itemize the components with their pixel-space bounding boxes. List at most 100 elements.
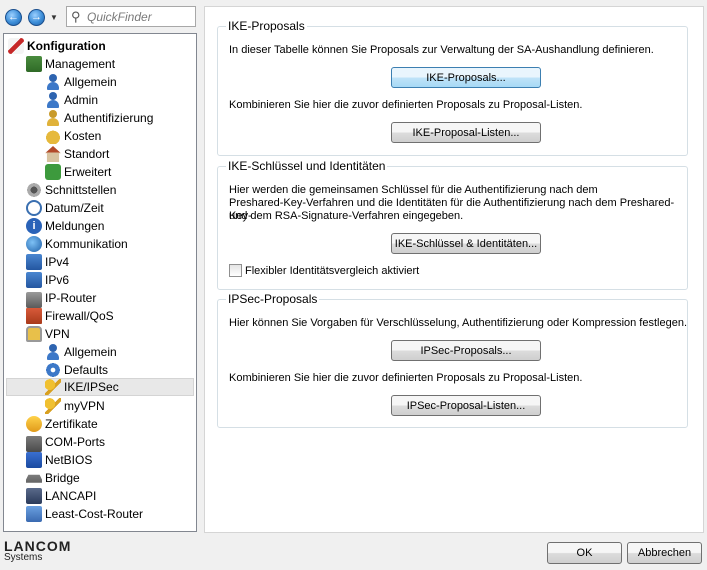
tree-item-label: VPN	[45, 327, 70, 341]
tree-item-label: LANCAPI	[45, 489, 97, 503]
tree-item-label: IPv4	[45, 255, 70, 269]
tree-item-kommunikation[interactable]: Kommunikation	[26, 235, 128, 253]
clock-icon	[26, 200, 42, 216]
ike-keys-description-line1: Hier werden die gemeinsamen Schlüssel fü…	[229, 184, 598, 196]
tree-item-label: Standort	[64, 147, 110, 161]
back-arrow-icon[interactable]: ←	[5, 9, 22, 26]
tree-item-erweitert[interactable]: Erweitert	[45, 163, 111, 181]
user-key-icon	[45, 110, 61, 126]
tree-item-least-cost-router[interactable]: Least-Cost-Router	[26, 505, 143, 523]
management-icon	[26, 56, 42, 72]
tree-item-vpn[interactable]: VPN	[26, 325, 70, 343]
ike-proposal-lists-button[interactable]: IKE-Proposal-Listen...	[391, 122, 541, 143]
key-icon	[45, 398, 61, 414]
tree-item-netbios[interactable]: NetBIOS	[26, 451, 92, 469]
forward-arrow-icon[interactable]: →	[28, 9, 45, 26]
tree-item-standort[interactable]: Standort	[45, 145, 109, 163]
tree-item-label: NetBIOS	[45, 453, 93, 467]
tree-item-myvpn[interactable]: myVPN	[45, 397, 105, 415]
user-icon	[45, 344, 61, 360]
quickfinder-input[interactable]	[87, 9, 193, 24]
tree-item-schnittstellen[interactable]: Schnittstellen	[26, 181, 116, 199]
ike-proposals-button[interactable]: IKE-Proposals...	[391, 67, 541, 88]
tree-item-label: Allgemein	[64, 345, 117, 359]
flexible-identity-checkbox[interactable]: Flexibler Identitätsvergleich aktiviert	[229, 264, 419, 277]
lcr-icon	[26, 506, 42, 522]
ike-keys-group: IKE-Schlüssel und Identitäten Hier werde…	[217, 159, 688, 290]
tree-item-lancapi[interactable]: LANCAPI	[26, 487, 96, 505]
ike-proposals-description: In dieser Tabelle können Sie Proposals z…	[229, 44, 654, 56]
tree-item-bridge[interactable]: Bridge	[26, 469, 80, 487]
tree-item-authentifizierung[interactable]: Authentifizierung	[45, 109, 153, 127]
checkbox-box[interactable]	[229, 264, 242, 277]
ike-keys-identities-button[interactable]: IKE-Schlüssel & Identitäten...	[391, 233, 541, 254]
quickfinder[interactable]: ⚲	[66, 6, 196, 27]
tree-item-label: Erweitert	[64, 165, 112, 179]
tree-item-label: Authentifizierung	[64, 111, 154, 125]
tree-item-label: Admin	[64, 93, 99, 107]
globe-icon	[26, 236, 42, 252]
firewall-icon	[26, 308, 42, 324]
config-tree[interactable]: Konfiguration Management Allgemein Admin…	[3, 33, 197, 532]
tree-item-management[interactable]: Management	[26, 55, 115, 73]
tree-item-label: myVPN	[64, 399, 105, 413]
ipsec-proposals-legend: IPSec-Proposals	[226, 292, 320, 306]
lancom-logo: LANCOM Systems	[4, 539, 71, 563]
tree-item-ip-router[interactable]: IP-Router	[26, 289, 97, 308]
tree-item-kosten[interactable]: Kosten	[45, 127, 101, 145]
checkbox-label: Flexibler Identitätsvergleich aktiviert	[245, 264, 420, 277]
network-icon	[26, 272, 42, 288]
tree-item-label: Konfiguration	[27, 39, 106, 53]
tree-item-admin[interactable]: Admin	[45, 91, 98, 109]
tree-item-label: Kommunikation	[45, 237, 128, 251]
tree-item-label: Meldungen	[45, 219, 105, 233]
tree-item-vpn-allgemein[interactable]: Allgemein	[45, 343, 117, 361]
tree-item-ike-ipsec[interactable]: IKE/IPSec	[6, 378, 194, 396]
bridge-icon	[26, 474, 42, 483]
tree-item-label: Datum/Zeit	[45, 201, 104, 215]
tree-item-firewall-qos[interactable]: Firewall/QoS	[26, 307, 114, 325]
network-icon	[26, 254, 42, 270]
tree-item-meldungen[interactable]: i Meldungen	[26, 217, 104, 235]
ike-proposal-lists-description: Kombinieren Sie hier die zuvor definiert…	[229, 99, 583, 111]
info-icon: i	[26, 218, 42, 234]
tree-item-label: Zertifikate	[45, 417, 98, 431]
tree-item-label: COM-Ports	[45, 435, 105, 449]
lock-icon	[26, 326, 42, 342]
tree-item-label: IKE/IPSec	[64, 380, 119, 394]
cancel-button[interactable]: Abbrechen	[627, 542, 702, 564]
brand-name: LANCOM	[4, 538, 72, 554]
user-icon	[45, 92, 61, 108]
ipsec-proposals-group: IPSec-Proposals Hier können Sie Vorgaben…	[217, 292, 688, 428]
tree-item-label: Least-Cost-Router	[45, 507, 144, 521]
advanced-icon	[45, 164, 61, 180]
tree-item-label: Bridge	[45, 471, 80, 485]
tree-item-defaults[interactable]: Defaults	[45, 361, 108, 379]
tree-item-label: Schnittstellen	[45, 183, 117, 197]
house-icon	[45, 146, 61, 162]
brand-sub: Systems	[4, 552, 43, 563]
tree-item-label: IP-Router	[45, 291, 97, 305]
tree-item-ipv4[interactable]: IPv4	[26, 253, 69, 271]
tree-item-label: Management	[45, 57, 116, 71]
ipsec-proposals-description: Hier können Sie Vorgaben für Verschlüsse…	[229, 317, 688, 329]
tree-item-label: Allgemein	[64, 75, 117, 89]
key-icon	[45, 379, 61, 395]
tree-item-zertifikate[interactable]: Zertifikate	[26, 415, 98, 433]
toolbar: ← → ▼ ⚲	[0, 0, 200, 32]
netbios-icon	[26, 452, 42, 468]
ipsec-proposal-lists-button[interactable]: IPSec-Proposal-Listen...	[391, 395, 541, 416]
tree-item-datum-zeit[interactable]: Datum/Zeit	[26, 199, 104, 217]
ike-proposals-legend: IKE-Proposals	[226, 19, 307, 33]
gear-icon	[45, 362, 61, 378]
ipsec-proposals-button[interactable]: IPSec-Proposals...	[391, 340, 541, 361]
tree-item-ipv6[interactable]: IPv6	[26, 271, 69, 289]
tree-item-management-allgemein[interactable]: Allgemein	[45, 73, 117, 91]
tree-item-label: Defaults	[64, 363, 109, 377]
history-dropdown-icon[interactable]: ▼	[50, 13, 58, 22]
ok-button[interactable]: OK	[547, 542, 622, 564]
tree-item-com-ports[interactable]: COM-Ports	[26, 433, 105, 452]
tree-item-konfiguration[interactable]: Konfiguration	[8, 37, 106, 55]
tree-item-label: Firewall/QoS	[45, 309, 114, 323]
ike-proposals-group: IKE-Proposals In dieser Tabelle können S…	[217, 19, 688, 156]
